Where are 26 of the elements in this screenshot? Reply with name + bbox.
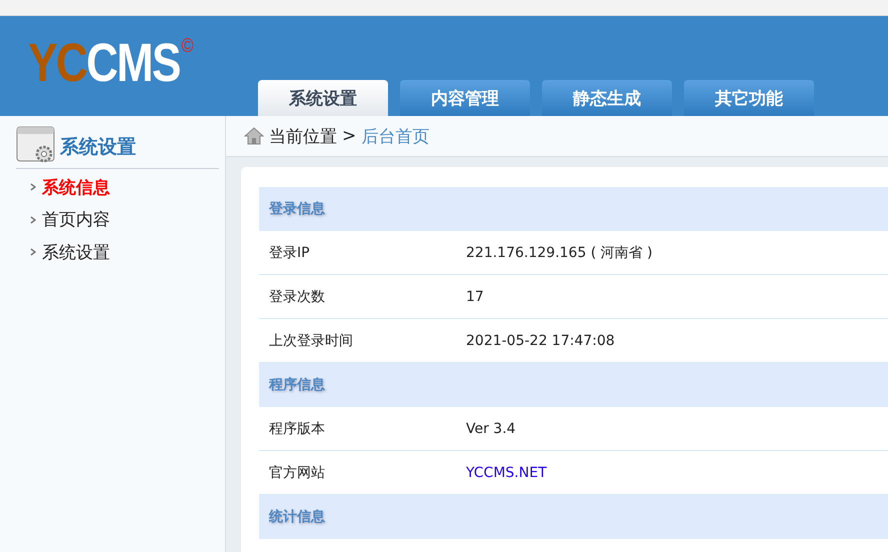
field-label: 登录IP <box>269 244 311 262</box>
field-label: 登录次数 <box>269 288 326 306</box>
nav-tab[interactable]: 系统设置 <box>258 80 388 116</box>
field-label: 上次登录时间 <box>269 332 354 350</box>
field-label: 程序版本 <box>269 420 326 438</box>
breadcrumb-separator: > <box>342 126 356 146</box>
field-value: 2021-05-22 17:47:08 <box>466 332 615 348</box>
breadcrumb-current: 后台首页 <box>361 126 430 148</box>
section-title: 程序信息 <box>269 376 325 394</box>
field-value: 17 <box>466 288 484 304</box>
home-icon <box>244 127 264 145</box>
sidebar-item[interactable]: 系统信息 <box>42 176 110 199</box>
sidebar-title: 系统设置 <box>60 135 136 160</box>
section-title: 统计信息 <box>269 508 325 526</box>
nav-tab[interactable]: 静态生成 <box>542 80 672 116</box>
settings-window-icon <box>16 126 56 164</box>
nav-tab[interactable]: 其它功能 <box>684 80 814 116</box>
website-link[interactable]: YCCMS.NET <box>466 464 547 480</box>
sidebar-item[interactable]: 系统设置 <box>42 240 110 264</box>
sidebar-item[interactable]: 首页内容 <box>42 208 110 232</box>
field-label: 官方网站 <box>269 464 326 482</box>
field-value: Ver 3.4 <box>466 420 516 436</box>
section-title: 登录信息 <box>269 200 325 218</box>
field-value: 221.176.129.165 ( 河南省 ) <box>466 244 653 262</box>
logo: YCCMS© <box>28 36 192 90</box>
breadcrumb-label: 当前位置 <box>269 126 337 148</box>
